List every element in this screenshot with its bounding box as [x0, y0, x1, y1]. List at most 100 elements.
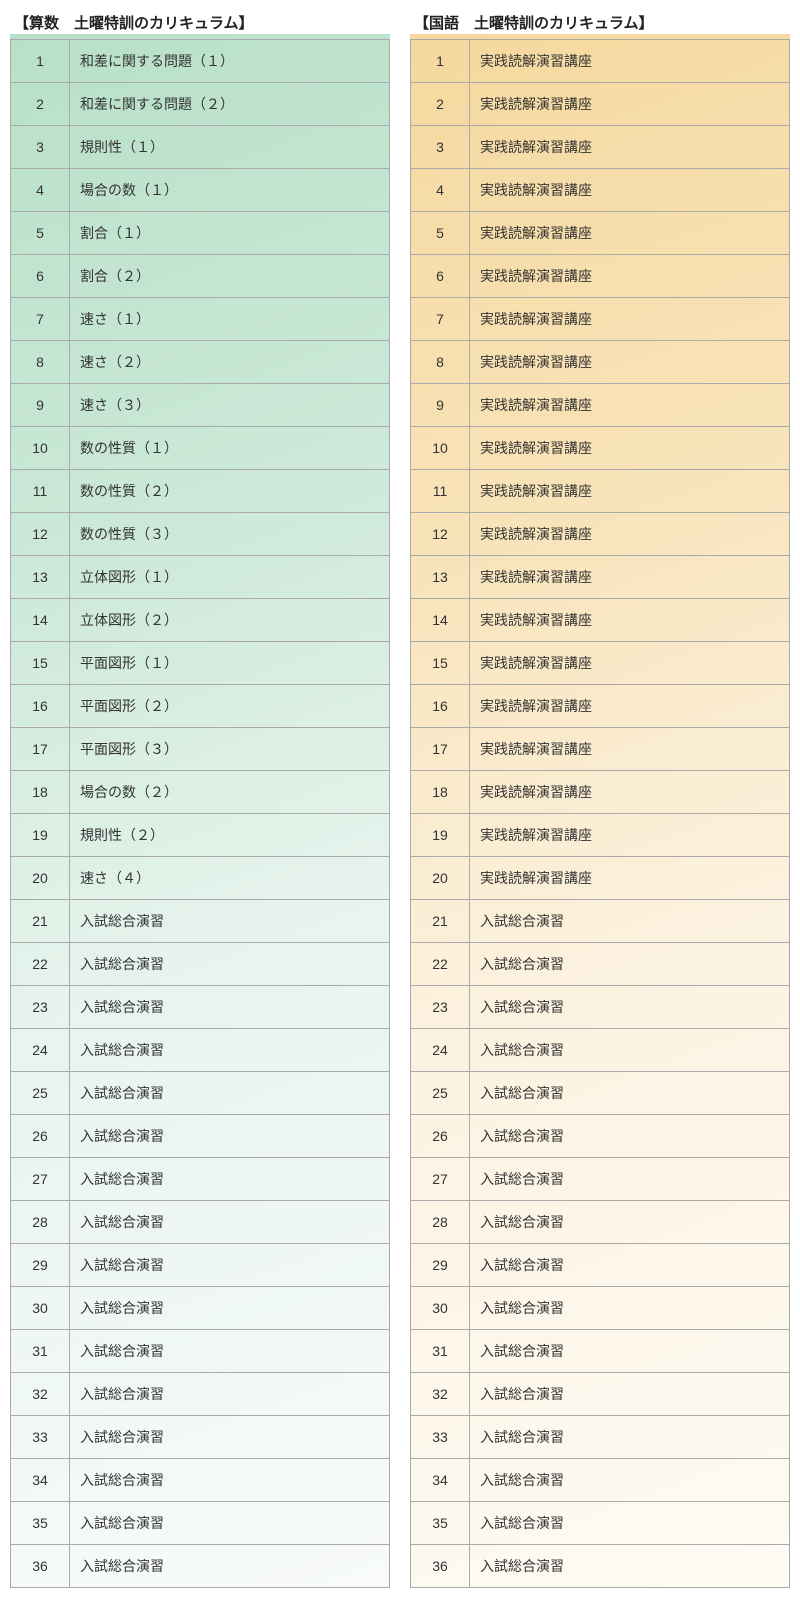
table-row: 15実践読解演習講座 — [411, 642, 790, 685]
row-title: 入試総合演習 — [470, 1072, 790, 1115]
row-title: 入試総合演習 — [70, 1459, 390, 1502]
row-number: 15 — [411, 642, 470, 685]
row-title: 入試総合演習 — [470, 1287, 790, 1330]
row-number: 6 — [411, 255, 470, 298]
row-title: 入試総合演習 — [470, 943, 790, 986]
row-number: 18 — [11, 771, 70, 814]
table-row: 35入試総合演習 — [11, 1502, 390, 1545]
row-number: 17 — [411, 728, 470, 771]
row-number: 28 — [11, 1201, 70, 1244]
row-title: 実践読解演習講座 — [470, 599, 790, 642]
row-title: 平面図形（２） — [70, 685, 390, 728]
row-number: 19 — [11, 814, 70, 857]
table-row: 4場合の数（１） — [11, 169, 390, 212]
row-number: 17 — [11, 728, 70, 771]
row-title: 入試総合演習 — [470, 986, 790, 1029]
row-number: 6 — [11, 255, 70, 298]
row-number: 23 — [411, 986, 470, 1029]
row-number: 8 — [11, 341, 70, 384]
table-row: 26入試総合演習 — [411, 1115, 790, 1158]
table-row: 5割合（１） — [11, 212, 390, 255]
row-title: 実践読解演習講座 — [470, 470, 790, 513]
table-row: 27入試総合演習 — [11, 1158, 390, 1201]
curriculum-tables: 【算数 土曜特訓のカリキュラム】 1和差に関する問題（１）2和差に関する問題（２… — [10, 10, 790, 1588]
math-table: 1和差に関する問題（１）2和差に関する問題（２）3規則性（１）4場合の数（１）5… — [10, 39, 390, 1588]
row-title: 入試総合演習 — [470, 1416, 790, 1459]
row-number: 18 — [411, 771, 470, 814]
table-row: 7速さ（１） — [11, 298, 390, 341]
row-title: 実践読解演習講座 — [470, 513, 790, 556]
row-title: 実践読解演習講座 — [470, 83, 790, 126]
table-row: 36入試総合演習 — [411, 1545, 790, 1588]
row-number: 11 — [11, 470, 70, 513]
row-title: 入試総合演習 — [70, 1330, 390, 1373]
row-number: 31 — [11, 1330, 70, 1373]
row-title: 入試総合演習 — [470, 1244, 790, 1287]
table-row: 33入試総合演習 — [411, 1416, 790, 1459]
row-title: 速さ（２） — [70, 341, 390, 384]
table-row: 29入試総合演習 — [11, 1244, 390, 1287]
row-title: 実践読解演習講座 — [470, 728, 790, 771]
row-title: 実践読解演習講座 — [470, 427, 790, 470]
row-title: 割合（２） — [70, 255, 390, 298]
row-title: 数の性質（１） — [70, 427, 390, 470]
table-row: 17実践読解演習講座 — [411, 728, 790, 771]
table-row: 27入試総合演習 — [411, 1158, 790, 1201]
japanese-column: 【国語 土曜特訓のカリキュラム】 1実践読解演習講座2実践読解演習講座3実践読解… — [410, 10, 790, 1588]
table-row: 11数の性質（２） — [11, 470, 390, 513]
row-number: 21 — [11, 900, 70, 943]
row-number: 30 — [411, 1287, 470, 1330]
table-row: 33入試総合演習 — [11, 1416, 390, 1459]
row-number: 33 — [11, 1416, 70, 1459]
row-title: 規則性（２） — [70, 814, 390, 857]
table-row: 18場合の数（２） — [11, 771, 390, 814]
row-number: 8 — [411, 341, 470, 384]
row-number: 1 — [411, 40, 470, 83]
row-title: 入試総合演習 — [470, 900, 790, 943]
row-number: 1 — [11, 40, 70, 83]
table-row: 2実践読解演習講座 — [411, 83, 790, 126]
row-title: 入試総合演習 — [70, 1244, 390, 1287]
row-title: 実践読解演習講座 — [470, 384, 790, 427]
table-row: 23入試総合演習 — [11, 986, 390, 1029]
row-number: 14 — [411, 599, 470, 642]
math-column: 【算数 土曜特訓のカリキュラム】 1和差に関する問題（１）2和差に関する問題（２… — [10, 10, 390, 1588]
row-title: 実践読解演習講座 — [470, 126, 790, 169]
row-number: 16 — [11, 685, 70, 728]
japanese-table: 1実践読解演習講座2実践読解演習講座3実践読解演習講座4実践読解演習講座5実践読… — [410, 39, 790, 1588]
row-title: 入試総合演習 — [70, 1158, 390, 1201]
row-title: 実践読解演習講座 — [470, 298, 790, 341]
row-number: 7 — [411, 298, 470, 341]
row-title: 入試総合演習 — [470, 1373, 790, 1416]
row-title: 入試総合演習 — [70, 1072, 390, 1115]
table-row: 11実践読解演習講座 — [411, 470, 790, 513]
row-title: 場合の数（２） — [70, 771, 390, 814]
table-row: 30入試総合演習 — [411, 1287, 790, 1330]
row-title: 実践読解演習講座 — [470, 642, 790, 685]
table-row: 4実践読解演習講座 — [411, 169, 790, 212]
row-number: 11 — [411, 470, 470, 513]
row-number: 34 — [11, 1459, 70, 1502]
row-title: 数の性質（２） — [70, 470, 390, 513]
table-row: 13立体図形（１） — [11, 556, 390, 599]
table-row: 6割合（２） — [11, 255, 390, 298]
row-number: 16 — [411, 685, 470, 728]
table-row: 19実践読解演習講座 — [411, 814, 790, 857]
row-number: 19 — [411, 814, 470, 857]
row-number: 29 — [411, 1244, 470, 1287]
table-row: 16平面図形（２） — [11, 685, 390, 728]
row-number: 21 — [411, 900, 470, 943]
table-row: 30入試総合演習 — [11, 1287, 390, 1330]
row-number: 24 — [11, 1029, 70, 1072]
row-number: 26 — [11, 1115, 70, 1158]
row-number: 29 — [11, 1244, 70, 1287]
table-row: 31入試総合演習 — [411, 1330, 790, 1373]
row-number: 13 — [11, 556, 70, 599]
row-title: 入試総合演習 — [470, 1459, 790, 1502]
table-row: 31入試総合演習 — [11, 1330, 390, 1373]
table-row: 20速さ（４） — [11, 857, 390, 900]
table-row: 10実践読解演習講座 — [411, 427, 790, 470]
row-title: 割合（１） — [70, 212, 390, 255]
row-number: 10 — [411, 427, 470, 470]
row-number: 25 — [411, 1072, 470, 1115]
